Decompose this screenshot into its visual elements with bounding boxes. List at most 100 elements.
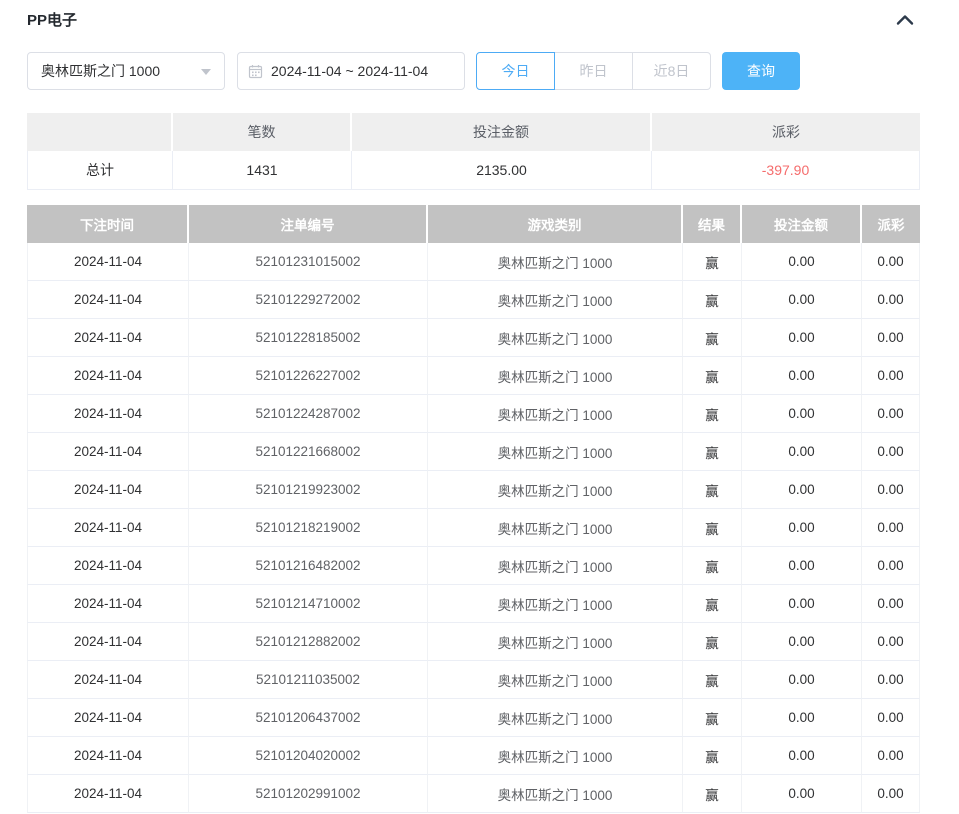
bet-time-cell: 2024-11-04 [27,699,189,737]
bet-time-cell: 2024-11-04 [27,395,189,433]
bet-id-cell: 52101224287002 [189,395,428,433]
col-bet-time: 下注时间 [27,205,189,243]
game-type-cell: 奥林匹斯之门 1000 [428,547,683,585]
result-cell: 赢 [683,357,742,395]
game-type-cell: 奥林匹斯之门 1000 [428,281,683,319]
game-select-value: 奥林匹斯之门 1000 [41,61,160,81]
bet-id-cell: 52101202991002 [189,775,428,813]
table-row: 2024-11-0452101202991002奥林匹斯之门 1000赢0.00… [27,775,920,813]
result-cell: 赢 [683,699,742,737]
table-row: 2024-11-0452101219923002奥林匹斯之门 1000赢0.00… [27,471,920,509]
summary-col-blank [27,113,173,151]
payout-cell: 0.00 [862,395,920,433]
bet-amount-cell: 0.00 [742,319,862,357]
bet-id-cell: 52101214710002 [189,585,428,623]
bet-time-cell: 2024-11-04 [27,433,189,471]
payout-cell: 0.00 [862,775,920,813]
game-type-cell: 奥林匹斯之门 1000 [428,509,683,547]
bet-time-cell: 2024-11-04 [27,357,189,395]
bet-id-cell: 52101221668002 [189,433,428,471]
bet-time-cell: 2024-11-04 [27,243,189,281]
col-bet-amount: 投注金额 [742,205,862,243]
last-8-days-button[interactable]: 近8日 [632,52,711,90]
table-row: 2024-11-0452101221668002奥林匹斯之门 1000赢0.00… [27,433,920,471]
result-cell: 赢 [683,509,742,547]
bet-amount-cell: 0.00 [742,585,862,623]
result-cell: 赢 [683,547,742,585]
summary-total-payout: -397.90 [652,151,920,190]
result-cell: 赢 [683,585,742,623]
payout-cell: 0.00 [862,357,920,395]
bet-time-cell: 2024-11-04 [27,661,189,699]
payout-cell: 0.00 [862,737,920,775]
result-cell: 赢 [683,737,742,775]
table-row: 2024-11-0452101204020002奥林匹斯之门 1000赢0.00… [27,737,920,775]
date-range-value: 2024-11-04 ~ 2024-11-04 [271,63,428,79]
bet-amount-cell: 0.00 [742,471,862,509]
summary-col-count: 笔数 [173,113,352,151]
summary-total-count: 1431 [173,151,352,190]
payout-cell: 0.00 [862,243,920,281]
game-select[interactable]: 奥林匹斯之门 1000 [27,52,225,90]
table-row: 2024-11-0452101211035002奥林匹斯之门 1000赢0.00… [27,661,920,699]
result-cell: 赢 [683,319,742,357]
game-type-cell: 奥林匹斯之门 1000 [428,357,683,395]
table-row: 2024-11-0452101231015002奥林匹斯之门 1000赢0.00… [27,243,920,281]
result-cell: 赢 [683,395,742,433]
game-type-cell: 奥林匹斯之门 1000 [428,471,683,509]
today-button[interactable]: 今日 [476,52,555,90]
bet-id-cell: 52101211035002 [189,661,428,699]
table-row: 2024-11-0452101226227002奥林匹斯之门 1000赢 0.00… [27,357,920,395]
date-range-input[interactable]: 2024-11-04 ~ 2024-11-04 [237,52,465,90]
summary-col-payout: 派彩 [652,113,920,151]
game-type-cell: 奥林匹斯之门 1000 [428,775,683,813]
bet-amount-cell: 0.00 [742,433,862,471]
filter-bar: 奥林匹斯之门 1000 2024-11-04 ~ 2024-11-04 今日 昨… [0,52,959,90]
game-type-cell: 奥林匹斯之门 1000 [428,395,683,433]
bet-id-cell: 52101218219002 [189,509,428,547]
summary-total-label: 总计 [27,151,173,190]
bet-id-cell: 52101229272002 [189,281,428,319]
bet-id-cell: 52101228185002 [189,319,428,357]
payout-cell: 0.00 [862,281,920,319]
bet-id-cell: 52101226227002 [189,357,428,395]
table-row: 2024-11-0452101228185002奥林匹斯之门 1000赢0.00… [27,319,920,357]
bet-time-cell: 2024-11-04 [27,281,189,319]
bet-amount-cell: 0.00 [742,699,862,737]
payout-cell: 0.00 [862,623,920,661]
bet-id-cell: 52101216482002 [189,547,428,585]
table-row: 2024-11-0452101212882002奥林匹斯之门 1000赢0.00… [27,623,920,661]
game-type-cell: 奥林匹斯之门 1000 [428,623,683,661]
bet-amount-cell: 0.00 [742,281,862,319]
payout-cell: 0.00 [862,585,920,623]
caret-down-icon [201,69,211,75]
bet-amount-cell: 0.00 [742,547,862,585]
payout-cell: 0.00 [862,547,920,585]
bet-amount-cell: 0.00 [742,623,862,661]
game-type-cell: 奥林匹斯之门 1000 [428,699,683,737]
summary-header-row: 笔数 投注金额 派彩 [27,113,920,151]
result-cell: 赢 [683,281,742,319]
quick-range-group: 今日 昨日 近8日 [476,52,711,90]
table-row: 2024-11-0452101229272002奥林匹斯之门 1000赢0.00… [27,281,920,319]
summary-table: 笔数 投注金额 派彩 总计 1431 2135.00 -397.90 [27,113,920,190]
col-game-type: 游戏类别 [428,205,683,243]
bet-id-cell: 52101204020002 [189,737,428,775]
payout-cell: 0.00 [862,319,920,357]
yesterday-button[interactable]: 昨日 [554,52,633,90]
payout-cell: 0.00 [862,471,920,509]
col-bet-id: 注单编号 [189,205,428,243]
payout-cell: 0.00 [862,661,920,699]
payout-cell: 0.00 [862,433,920,471]
bet-table-body: 2024-11-0452101231015002奥林匹斯之门 1000赢0.00… [27,243,920,813]
collapse-panel-button[interactable] [891,8,919,32]
bet-time-cell: 2024-11-04 [27,509,189,547]
summary-col-bet-amount: 投注金额 [352,113,652,151]
summary-total-bet-amount: 2135.00 [352,151,652,190]
result-cell: 赢 [683,623,742,661]
payout-cell: 0.00 [862,509,920,547]
payout-cell: 0.00 [862,699,920,737]
bet-records-table: 下注时间 注单编号 游戏类别 结果 投注金额 派彩 2024-11-045210… [27,205,920,813]
table-row: 2024-11-0452101206437002奥林匹斯之门 1000赢0.00… [27,699,920,737]
search-button[interactable]: 查询 [722,52,800,90]
